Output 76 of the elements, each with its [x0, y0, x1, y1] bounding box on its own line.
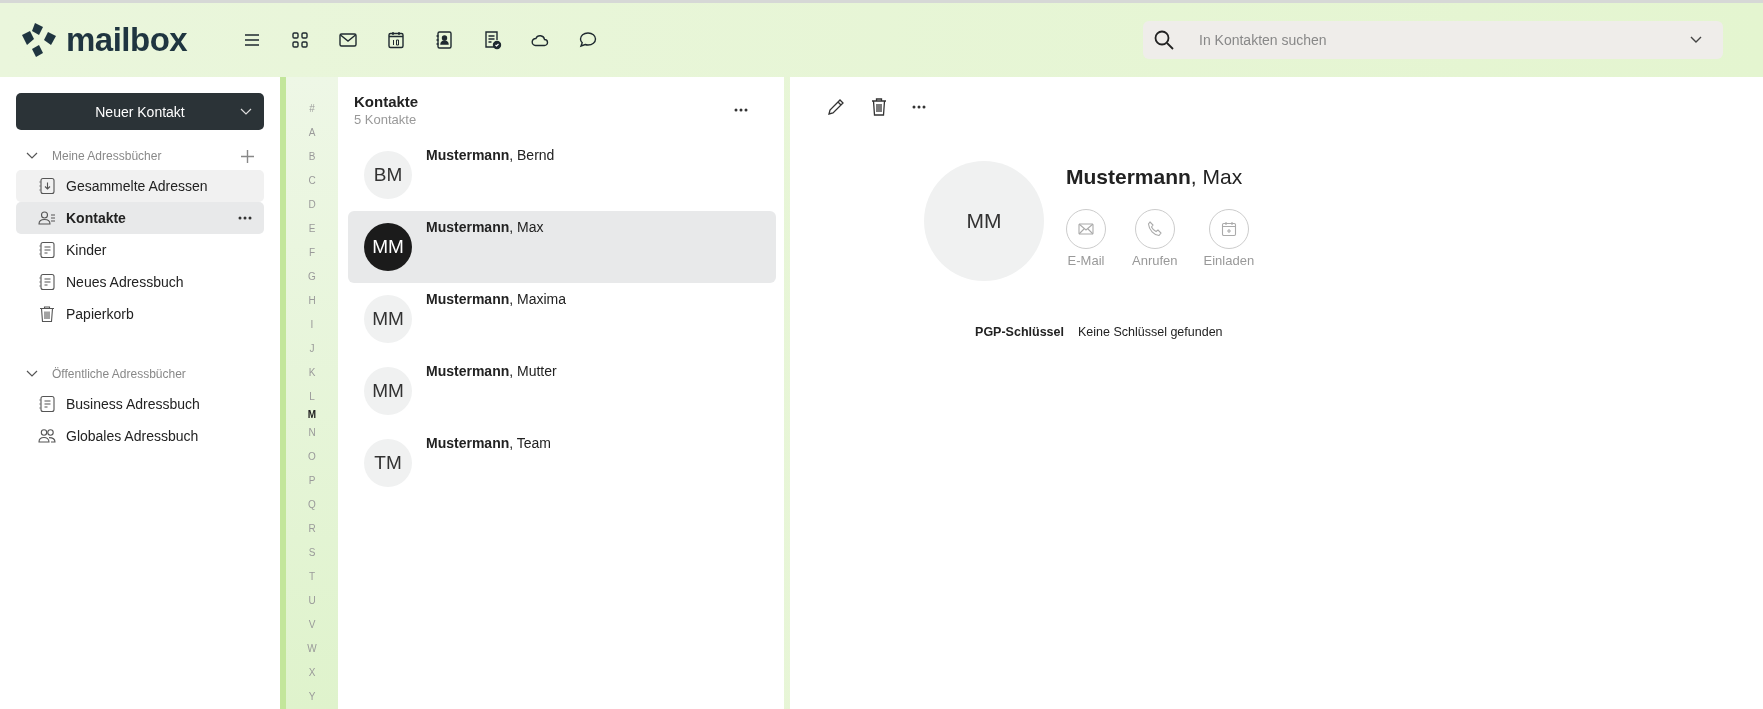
alphabet-letter[interactable]: G [308, 265, 316, 289]
address-book-item[interactable]: Papierkorb [16, 298, 264, 330]
alphabet-letter[interactable]: A [308, 121, 316, 145]
section-title: Öffentliche Adressbücher [52, 367, 187, 381]
alphabet-letter[interactable]: M [307, 409, 317, 421]
alphabet-letter[interactable]: W [307, 637, 317, 661]
contact-row[interactable]: TM Mustermann, Team [348, 427, 776, 499]
alphabet-letter[interactable]: R [308, 517, 316, 541]
list-icon [38, 241, 56, 259]
alphabet-letter[interactable]: T [308, 565, 316, 589]
avatar: MM [364, 223, 412, 271]
trash-icon [38, 305, 56, 323]
alphabet-letter[interactable]: O [308, 445, 316, 469]
list-icon [38, 395, 56, 413]
plus-icon[interactable] [241, 149, 254, 163]
alphabet-letter[interactable]: K [308, 361, 316, 385]
contact-row[interactable]: BM Mustermann, Bernd [348, 139, 776, 211]
address-book-item[interactable]: Kontakte [16, 202, 264, 234]
alphabet-letter[interactable]: D [308, 193, 316, 217]
contact-row[interactable]: MM Mustermann, Mutter [348, 355, 776, 427]
alphabet-letter[interactable]: # [309, 97, 315, 121]
alphabet-letter[interactable]: B [308, 145, 316, 169]
alphabet-letter[interactable]: V [308, 613, 316, 637]
chevron-down-icon[interactable] [1689, 35, 1703, 45]
search-icon [1153, 29, 1175, 51]
list-title: Kontakte [354, 93, 419, 110]
avatar: BM [364, 151, 412, 199]
search-field[interactable]: In Kontakten suchen [1143, 21, 1723, 59]
alphabet-letter[interactable]: H [308, 289, 316, 313]
contact-row[interactable]: MM Mustermann, Maxima [348, 283, 776, 355]
alphabet-letter[interactable]: Q [308, 493, 316, 517]
person-list-icon [38, 209, 56, 227]
search-input[interactable]: In Kontakten suchen [1197, 31, 1667, 49]
people-icon [38, 427, 56, 445]
list-icon [38, 273, 56, 291]
logo-text: mailbox [66, 21, 188, 59]
trash-icon[interactable] [870, 97, 888, 117]
alphabet-letter[interactable]: E [308, 217, 316, 241]
alphabet-letter[interactable]: Y [308, 685, 316, 709]
address-book-item[interactable]: Gesammelte Adressen [16, 170, 264, 202]
address-book-item[interactable]: Globales Adressbuch [16, 420, 264, 452]
section-title: Meine Adressbücher [52, 149, 163, 163]
more-icon[interactable] [238, 216, 252, 220]
alphabet-letter[interactable]: I [310, 313, 314, 337]
alphabet-letter[interactable]: X [308, 661, 316, 685]
address-book-item[interactable]: Neues Adressbuch [16, 266, 264, 298]
more-icon[interactable] [734, 108, 748, 112]
alphabet-letter[interactable]: C [308, 169, 316, 193]
avatar: MM [924, 161, 1044, 281]
alphabet-letter[interactable]: U [308, 589, 316, 613]
download-list-icon [38, 177, 56, 195]
chevron-down-icon[interactable] [26, 370, 38, 378]
field-label: PGP-Schlüssel [974, 325, 1064, 339]
alphabet-letter[interactable]: J [309, 337, 315, 361]
alphabet-letter[interactable]: P [308, 469, 316, 493]
avatar: TM [364, 439, 412, 487]
alphabet-letter[interactable]: L [309, 385, 315, 409]
contact-count: 5 Kontakte [354, 112, 418, 127]
pencil-icon[interactable] [826, 97, 846, 117]
address-book-item[interactable]: Kinder [16, 234, 264, 266]
calendar-plus-icon [1219, 220, 1238, 238]
alphabet-letter[interactable]: F [308, 241, 316, 265]
avatar: MM [364, 367, 412, 415]
logo-icon [20, 22, 58, 58]
new-contact-button[interactable]: Neuer Kontakt [16, 93, 264, 130]
alphabet-letter[interactable]: S [308, 541, 316, 565]
phone-icon [1145, 220, 1164, 238]
more-icon[interactable] [912, 105, 926, 109]
field-value: Keine Schlüssel gefunden [1078, 325, 1223, 339]
chevron-down-icon[interactable] [26, 152, 38, 160]
avatar: MM [364, 295, 412, 343]
contact-row[interactable]: MM Mustermann, Max [348, 211, 776, 283]
alphabet-letter[interactable]: N [308, 421, 316, 445]
address-book-item[interactable]: Business Adressbuch [16, 388, 264, 420]
contact-name: Mustermann, Max [1066, 165, 1244, 189]
envelope-icon [1077, 220, 1095, 238]
